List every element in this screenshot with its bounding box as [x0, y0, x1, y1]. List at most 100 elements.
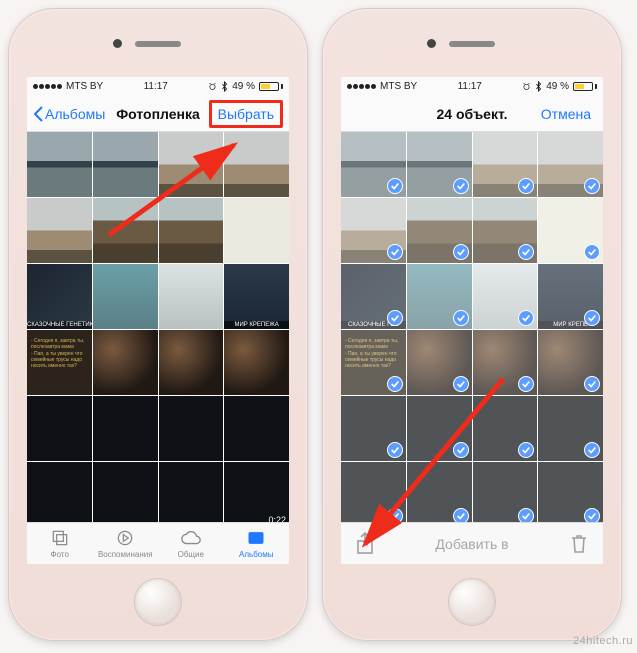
- alarm-icon: [522, 82, 531, 91]
- photo-thumb[interactable]: [407, 132, 472, 197]
- photo-thumb[interactable]: [538, 132, 603, 197]
- selected-check-icon: [518, 178, 534, 194]
- photo-thumb[interactable]: [159, 264, 224, 329]
- photos-icon: [50, 528, 70, 548]
- cancel-button[interactable]: Отмена: [535, 103, 597, 125]
- photo-thumb[interactable]: МИР КРЕПЕЖА: [224, 264, 289, 329]
- phone-camera: [427, 39, 436, 48]
- photo-thumb[interactable]: [27, 132, 92, 197]
- tab-shared[interactable]: Общие: [158, 523, 224, 564]
- share-button[interactable]: [355, 532, 375, 556]
- photo-thumb[interactable]: [159, 198, 224, 263]
- photo-thumb[interactable]: [407, 198, 472, 263]
- selected-check-icon: [387, 244, 403, 260]
- alarm-icon: [208, 82, 217, 91]
- thumb-caption: МИР КРЕПЕ: [538, 321, 603, 329]
- photo-thumb[interactable]: [224, 330, 289, 395]
- selected-check-icon: [453, 508, 469, 522]
- photo-thumb[interactable]: [473, 330, 538, 395]
- back-button[interactable]: Альбомы: [33, 106, 105, 122]
- selected-check-icon: [453, 376, 469, 392]
- thumb-caption: СКАЗОЧНЫЕ ГЕНЕТИКИ: [27, 321, 92, 329]
- photo-thumb[interactable]: [224, 132, 289, 197]
- tab-memories[interactable]: Воспоминания: [93, 523, 159, 564]
- memories-icon: [115, 528, 135, 548]
- photo-thumb[interactable]: [159, 132, 224, 197]
- tab-photos[interactable]: Фото: [27, 523, 93, 564]
- add-to-button[interactable]: Добавить в: [341, 536, 603, 552]
- photo-thumb[interactable]: [224, 396, 289, 461]
- photo-thumb[interactable]: [407, 264, 472, 329]
- photo-thumb[interactable]: - Сегодня я, завтра ты, послезавтра мама…: [27, 330, 92, 395]
- photo-thumb[interactable]: [93, 462, 158, 522]
- selected-check-icon: [584, 508, 600, 522]
- photo-thumb[interactable]: [93, 198, 158, 263]
- photo-thumb[interactable]: [473, 462, 538, 522]
- battery-percent: 49 %: [232, 81, 255, 92]
- cloud-icon: [180, 528, 202, 548]
- photo-thumb[interactable]: МИР КРЕПЕ: [538, 264, 603, 329]
- photo-thumb[interactable]: [341, 132, 406, 197]
- status-bar: MTS BY 11:17 49 %: [341, 77, 603, 96]
- photo-thumb[interactable]: - Сегодня я, завтра ты, послезавтра мама…: [341, 330, 406, 395]
- thumb-text: - Сегодня я, завтра ты, послезавтра мама…: [31, 338, 88, 369]
- selected-check-icon: [584, 442, 600, 458]
- home-button[interactable]: [134, 578, 182, 626]
- photo-thumb[interactable]: [473, 264, 538, 329]
- home-button[interactable]: [448, 578, 496, 626]
- albums-icon: [246, 528, 266, 548]
- screen-left: MTS BY 11:17 49 % Альбомы Фотопленка: [27, 77, 289, 564]
- photo-thumb[interactable]: [407, 462, 472, 522]
- photo-thumb[interactable]: [341, 462, 406, 522]
- photo-thumb[interactable]: [159, 330, 224, 395]
- nav-bar: Альбомы Фотопленка Выбрать: [27, 96, 289, 132]
- battery-icon: [259, 82, 283, 91]
- bluetooth-icon: [535, 81, 542, 92]
- photo-thumb[interactable]: [93, 396, 158, 461]
- select-button[interactable]: Выбрать: [209, 100, 283, 128]
- photo-thumb[interactable]: [538, 198, 603, 263]
- photo-thumb[interactable]: [159, 462, 224, 522]
- select-label: Выбрать: [218, 106, 274, 122]
- delete-button[interactable]: [569, 533, 589, 555]
- battery-percent: 49 %: [546, 81, 569, 92]
- selected-check-icon: [453, 244, 469, 260]
- selected-check-icon: [584, 376, 600, 392]
- selection-toolbar: Добавить в: [341, 522, 603, 564]
- photo-thumb[interactable]: [159, 396, 224, 461]
- photo-thumb[interactable]: [473, 198, 538, 263]
- back-label: Альбомы: [45, 106, 105, 122]
- signal-dots-icon: [347, 84, 376, 89]
- share-icon: [355, 532, 375, 556]
- photo-grid[interactable]: СКАЗОЧНЫЕ ГЕН МИР КРЕПЕ - Сегодня я, зав…: [341, 132, 603, 522]
- photo-thumb[interactable]: [407, 396, 472, 461]
- phone-camera: [113, 39, 122, 48]
- selected-check-icon: [518, 310, 534, 326]
- photo-thumb[interactable]: [93, 330, 158, 395]
- video-thumb[interactable]: [538, 462, 603, 522]
- photo-thumb[interactable]: [224, 198, 289, 263]
- photo-thumb[interactable]: [473, 132, 538, 197]
- iphone-left: MTS BY 11:17 49 % Альбомы Фотопленка: [8, 8, 308, 641]
- cancel-label: Отмена: [541, 106, 591, 122]
- clock: 11:17: [458, 81, 482, 92]
- photo-thumb[interactable]: [473, 396, 538, 461]
- photo-thumb[interactable]: [341, 198, 406, 263]
- selected-check-icon: [584, 244, 600, 260]
- photo-thumb[interactable]: СКАЗОЧНЫЕ ГЕН: [341, 264, 406, 329]
- selected-check-icon: [387, 376, 403, 392]
- photo-thumb[interactable]: [341, 396, 406, 461]
- photo-thumb[interactable]: [538, 396, 603, 461]
- photo-thumb[interactable]: [27, 462, 92, 522]
- photo-thumb[interactable]: [27, 396, 92, 461]
- photo-grid[interactable]: СКАЗОЧНЫЕ ГЕНЕТИКИ МИР КРЕПЕЖА - Сегодня…: [27, 132, 289, 522]
- photo-thumb[interactable]: СКАЗОЧНЫЕ ГЕНЕТИКИ: [27, 264, 92, 329]
- photo-thumb[interactable]: [538, 330, 603, 395]
- tab-albums[interactable]: Альбомы: [224, 523, 290, 564]
- video-thumb[interactable]: 0:22: [224, 462, 289, 522]
- photo-thumb[interactable]: [93, 264, 158, 329]
- photo-thumb[interactable]: [27, 198, 92, 263]
- photo-thumb[interactable]: [93, 132, 158, 197]
- photo-thumb[interactable]: [407, 330, 472, 395]
- selected-check-icon: [453, 310, 469, 326]
